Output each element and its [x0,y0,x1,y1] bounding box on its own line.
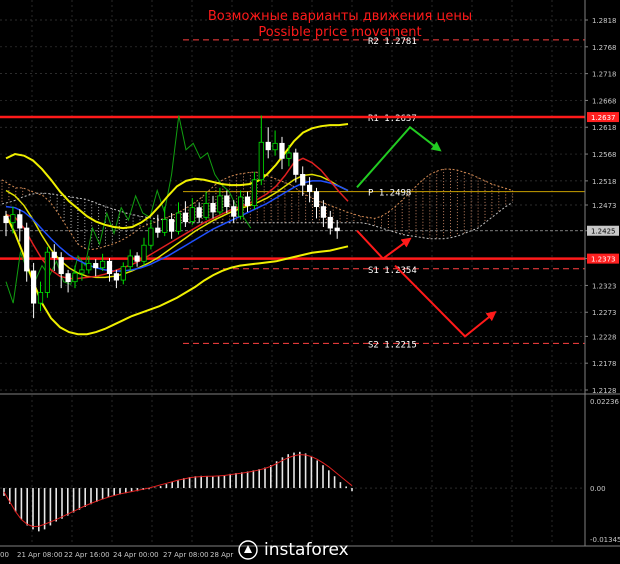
candle-body [3,215,9,224]
price-tick-label: 1.2668 [592,97,617,105]
price-tick-label: 1.2768 [592,44,617,52]
time-tick-label: 27 Apr 08:00 [163,551,209,559]
candle-body [127,255,133,268]
candle-body [203,202,209,218]
time-tick-label: 28 Apr [210,551,233,559]
candle-body [24,227,30,272]
price-tick-label: 1.2228 [592,333,617,341]
scenario-arrow [356,230,412,260]
candle-body [106,260,113,275]
candle-body [44,251,51,293]
chart-window: R2 1.2781 R1 1.2637 P 1.2498 S1 1.2354 S2 1.… [0,0,620,564]
candle-body [244,196,251,206]
candle-body [279,142,285,159]
candle-body [30,270,37,304]
candle-body [313,191,320,208]
candle-body [327,216,333,229]
candle-body [100,260,106,269]
candle-body [168,219,175,232]
time-tick-label: 22 Apr 16:00 [64,551,110,559]
price-tick-label: 1.2273 [592,309,617,317]
price-tick-label: 1.2618 [592,124,617,132]
candle-body [155,227,161,233]
candle-body [196,207,202,218]
candle-body [72,272,78,283]
pivot-label-s2: S2 1.2215 [368,340,417,350]
candle-body [134,255,140,262]
candle-body [265,141,271,151]
osc-tick-label: 0.02236 [590,398,619,406]
candle-body [175,212,182,232]
candle-body [93,263,99,269]
candle-body [17,214,23,229]
candle-body [65,273,71,283]
price-tick-label: 1.2568 [592,151,617,159]
candle-body [306,184,313,192]
pivot-label-s1: S1 1.2354 [368,266,417,276]
price-tick-label: 1.2178 [592,360,617,368]
candle-body [272,142,278,151]
scenario-arrow [394,264,497,338]
candle-body [258,141,264,181]
price-tick-label: 1.2473 [592,202,617,210]
candle-body [293,152,299,175]
time-tick-label: 21 Apr 08:00 [17,551,63,559]
scenario-arrow [356,125,442,188]
candle-body [141,244,147,262]
candle-body [182,212,188,223]
pivot-label-r1: R1 1.2637 [368,114,417,124]
price-chart: R2 1.2781R1 1.2637P 1.2498S1 1.2354S2 1.… [0,0,620,559]
candle-body [224,195,230,208]
price-tick-label: 1.2518 [592,178,617,186]
time-tick-label: 00 [0,551,9,559]
price-marker-label: 1.2637 [591,114,616,122]
chart-title: Возможные варианты движения цены [208,9,472,24]
price-tick-label: 1.2128 [592,387,617,395]
candle-body [120,266,126,281]
candle-body [189,207,195,223]
osc-tick-label: -0.01345 [590,536,620,544]
candle-body [79,269,85,274]
price-marker-label: 1.2425 [591,228,616,236]
candle-body [300,174,306,186]
candle-body [162,219,168,233]
instaforex-logo-icon [238,540,258,560]
candle-body [10,214,16,224]
instaforex-logo: instaforex [238,538,378,562]
candle-body [37,292,44,304]
logo-text: instaforex [264,540,349,560]
candle-body [113,273,119,281]
osc-tick-label: 0.00 [590,485,606,493]
candle-body [58,257,64,275]
candle-body [334,227,340,232]
candle-body [286,152,292,159]
chart-subtitle: Possible price movement [258,25,421,40]
candle-body [86,263,92,271]
candle-body [51,251,57,258]
candle-body [320,206,327,218]
candle-body [237,196,244,217]
price-tick-label: 1.2818 [592,17,617,25]
price-tick-label: 1.2718 [592,71,617,79]
candle-body [251,179,257,206]
time-tick-label: 24 Apr 00:00 [113,551,159,559]
pivot-label-p: P 1.2498 [368,189,411,199]
price-marker-label: 1.2373 [591,256,616,264]
candle-body [148,227,154,246]
price-tick-label: 1.2323 [592,282,617,290]
candle-body [217,195,223,213]
candle-body [210,202,216,213]
candle-body [231,206,237,217]
